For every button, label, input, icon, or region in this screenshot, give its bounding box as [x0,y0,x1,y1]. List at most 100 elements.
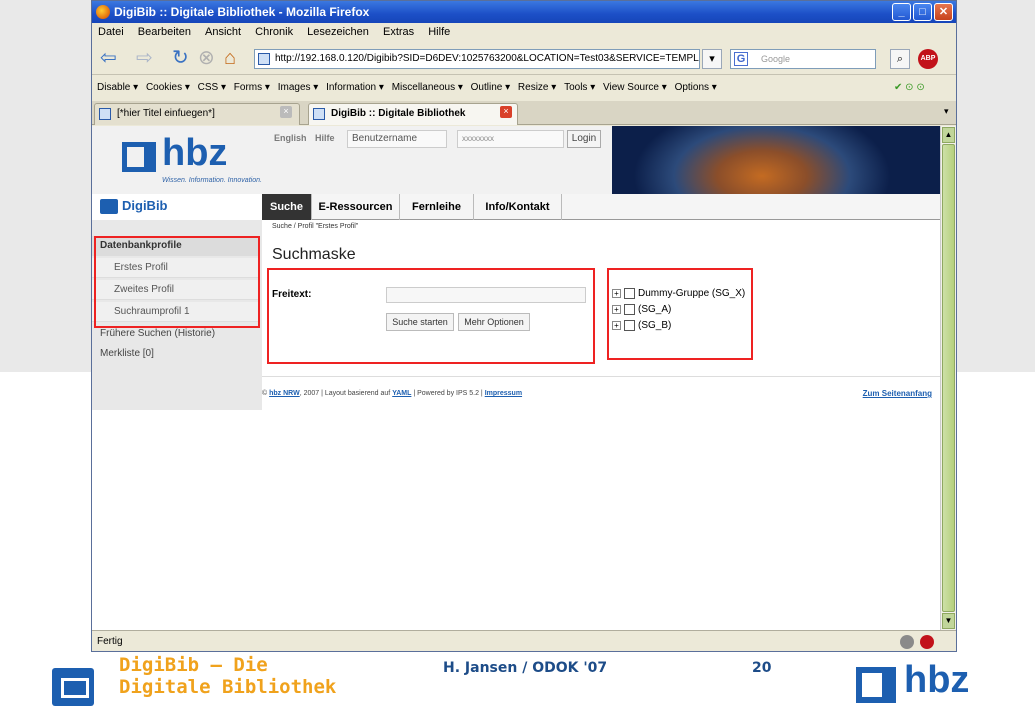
google-engine-icon[interactable]: G [734,52,748,66]
hbz-logo-text: hbz [162,132,228,174]
url-text: http://192.168.0.120/Digibib?SID=D6DEV:1… [275,53,700,64]
devbar-forms[interactable]: Forms [234,82,262,93]
scroll-down-icon[interactable]: ▼ [942,613,955,629]
devbar-miscellaneous[interactable]: Miscellaneous [392,82,455,93]
menu-bearbeiten[interactable]: Bearbeiten [138,26,191,38]
language-links: English Hilfe [274,133,341,143]
scroll-thumb[interactable] [942,144,955,612]
devbar-css[interactable]: CSS [198,82,219,93]
status-bar: Fertig [92,630,956,651]
devbar-outline[interactable]: Outline [471,82,503,93]
stop-icon[interactable]: ⊗ [198,47,215,69]
hilfe-link[interactable]: Hilfe [315,133,335,143]
slide-page-number: 20 [752,660,772,676]
url-input[interactable]: http://192.168.0.120/Digibib?SID=D6DEV:1… [254,49,700,69]
sidebar-item-merkliste[interactable]: Merkliste [0] [92,344,260,364]
forward-icon[interactable]: ⇨ [136,47,153,69]
english-link[interactable]: English [274,133,307,143]
digibib-icon [100,199,118,214]
back-icon[interactable]: ⇦ [100,47,117,69]
menu-extras[interactable]: Extras [383,26,414,38]
menu-ansicht[interactable]: Ansicht [205,26,241,38]
hbz-logo-icon [122,142,156,172]
footer-text: , 2007 | Layout basierend auf [299,390,393,397]
menu-hilfe[interactable]: Hilfe [428,26,450,38]
highlight-box-tree [607,268,753,360]
tab-close-icon[interactable]: × [500,106,512,118]
page-favicon-icon [258,53,270,65]
devbar-images[interactable]: Images [278,82,311,93]
hbz-slide-logo-text: hbz [904,659,970,701]
search-go-button[interactable]: ⌕ [890,49,910,69]
nav-info-kontakt[interactable]: Info/Kontakt [474,194,562,220]
check-icon[interactable]: ✔ ⊙ ⊙ [894,76,925,100]
devbar-disable[interactable]: Disable [97,82,130,93]
tab-list-icon[interactable]: ▾ [944,106,949,117]
devbar-resize[interactable]: Resize [518,82,549,93]
tab-favicon-icon [99,108,111,120]
menu-lesezeichen[interactable]: Lesezeichen [307,26,369,38]
slide-title-line2: Digitale Bibliothek [119,676,337,698]
web-developer-toolbar: Disable ▾ Cookies ▾ CSS ▾ Forms ▾ Images… [92,76,956,100]
page-title: Suchmaske [272,246,356,263]
site-header: hbz Wissen. Information. Innovation. Eng… [92,126,940,194]
nav-fernleihe[interactable]: Fernleihe [400,194,474,220]
footer-hbz-link[interactable]: hbz NRW [269,390,300,397]
minimize-button[interactable]: _ [892,3,911,21]
scroll-up-icon[interactable]: ▲ [942,127,955,143]
footer-yaml-link[interactable]: YAML [392,390,411,397]
to-top-link[interactable]: Zum Seitenanfang [863,377,932,411]
home-icon[interactable]: ⌂ [224,47,236,69]
close-window-button[interactable]: ✕ [934,3,953,21]
vertical-scrollbar[interactable]: ▲ ▼ [940,126,956,630]
tab-label: [*hier Titel einfuegen*] [117,108,215,119]
search-placeholder: Google [761,54,791,64]
tab-bar: [*hier Titel einfuegen*] × DigiBib :: Di… [92,101,956,125]
status-text: Fertig [97,636,123,647]
devbar-cookies[interactable]: Cookies [146,82,182,93]
breadcrumb: Suche / Profil "Erstes Profil" [272,223,359,230]
slide-title-line1: DigiBib – Die [119,654,268,676]
footer-powered: | Powered by IPS 5.2 | [411,390,485,397]
firefox-icon [96,5,110,19]
menu-bar: Datei Bearbeiten Ansicht Chronik Lesezei… [92,23,956,41]
devbar-view-source[interactable]: View Source [603,82,659,93]
window-title: DigiBib :: Digitale Bibliothek - Mozilla… [114,5,370,19]
browser-window: DigiBib :: Digitale Bibliothek - Mozilla… [91,0,957,652]
menu-chronik[interactable]: Chronik [255,26,293,38]
main-nav: Suche E-Ressourcen Fernleihe Info/Kontak… [262,194,940,220]
password-field[interactable]: xxxxxxxx [457,130,564,148]
login-button[interactable]: Login [567,130,601,148]
slide-author: H. Jansen / ODOK '07 [443,660,608,676]
tab-hier-titel[interactable]: [*hier Titel einfuegen*] [94,103,300,125]
url-dropdown-button[interactable]: ▾ [702,49,722,69]
menu-datei[interactable]: Datei [98,26,124,38]
maximize-button[interactable]: □ [913,3,932,21]
devbar-information[interactable]: Information [326,82,376,93]
devbar-options[interactable]: Options [675,82,709,93]
globe-banner [612,126,940,194]
username-field[interactable]: Benutzername [347,130,447,148]
search-input[interactable]: G Google [730,49,876,69]
tab-label: DigiBib :: Digitale Bibliothek [331,108,466,119]
logo-tagline: Wissen. Information. Innovation. [162,177,262,184]
adblock-icon[interactable]: ABP [918,49,938,69]
status-adblock-icon[interactable] [920,635,934,649]
title-bar: DigiBib :: Digitale Bibliothek - Mozilla… [92,1,956,23]
digibib-label: DigiBib [122,198,168,213]
highlight-box-profiles [94,236,260,328]
footer-impressum-link[interactable]: Impressum [485,390,522,397]
nav-suche[interactable]: Suche [262,194,312,220]
hbz-slide-logo-icon [856,667,896,703]
slide: DigiBib :: Digitale Bibliothek - Mozilla… [0,0,1035,722]
tab-digibib[interactable]: DigiBib :: Digitale Bibliothek [308,103,518,125]
devbar-tools[interactable]: Tools [564,82,587,93]
page-viewport: hbz Wissen. Information. Innovation. Eng… [92,126,940,630]
tab-close-icon[interactable]: × [280,106,292,118]
tab-favicon-icon [313,108,325,120]
digibib-brand: DigiBib [92,194,254,220]
nav-e-ressourcen[interactable]: E-Ressourcen [312,194,400,220]
digibib-slide-icon [52,668,94,706]
status-info-icon[interactable] [900,635,914,649]
reload-icon[interactable]: ↻ [172,47,189,69]
